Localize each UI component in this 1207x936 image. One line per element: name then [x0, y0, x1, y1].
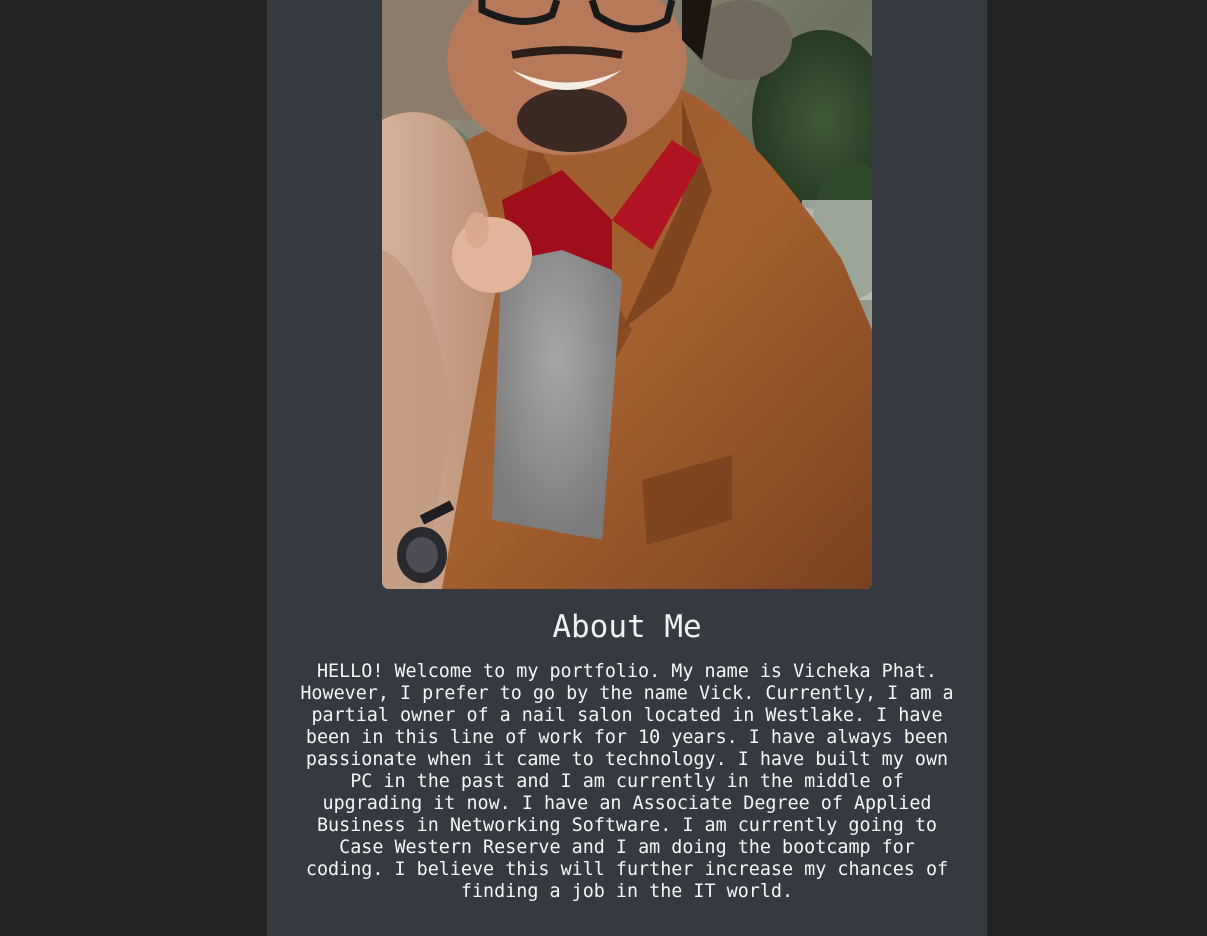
- about-me-heading: About Me: [552, 609, 702, 645]
- about-me-paragraph: HELLO! Welcome to my portfolio. My name …: [300, 661, 954, 902]
- profile-photo: [382, 0, 872, 589]
- main-column: About Me HELLO! Welcome to my portfolio.…: [267, 0, 987, 936]
- profile-photo-illustration: [382, 0, 872, 589]
